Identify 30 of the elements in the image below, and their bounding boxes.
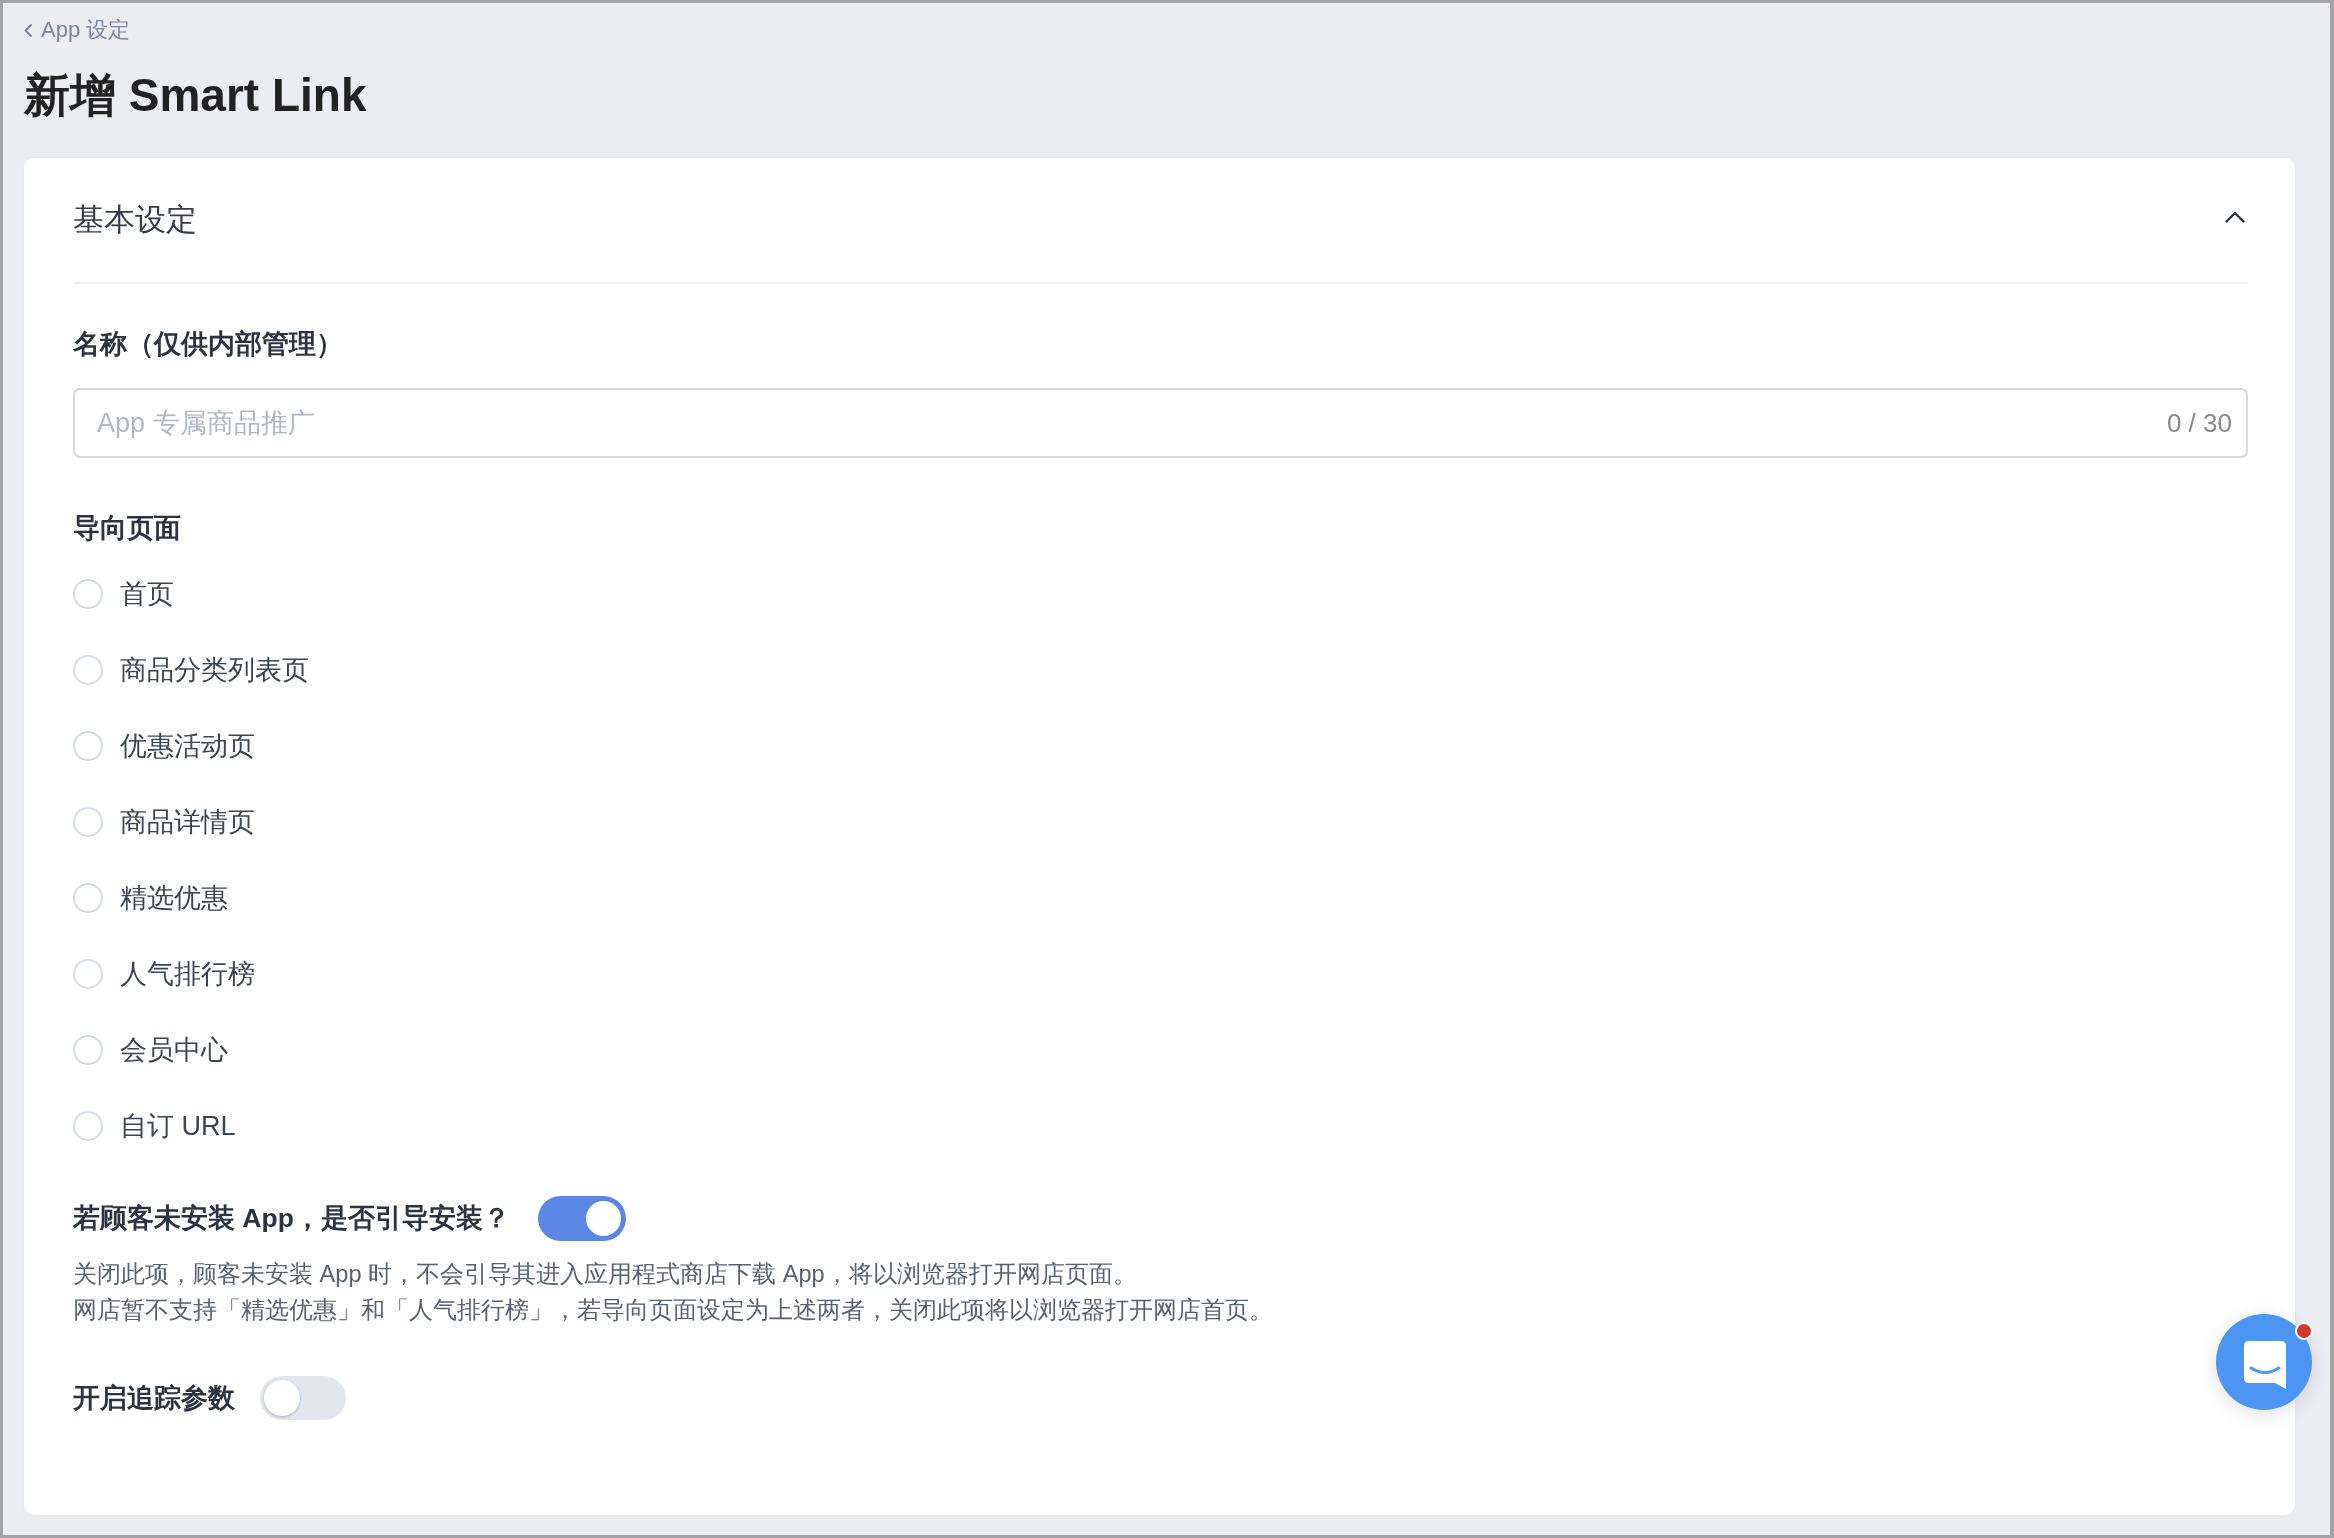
chevron-icon[interactable] [2225,211,2245,223]
radio-button[interactable] [73,579,103,609]
field-label: 若顾客未安装 App，是否引导安装？ [73,1202,510,1235]
radio-label[interactable]: 商品详情页 [120,804,255,840]
radio-button[interactable] [73,1111,103,1141]
radio-label[interactable]: 自订 URL [120,1108,236,1144]
page-title: 新增 Smart Link [24,68,367,123]
radio-label[interactable]: 精选优惠 [120,880,228,916]
radio-label[interactable]: 首页 [120,576,174,612]
character-counter: 0 / 30 [2166,407,2232,440]
radio-button[interactable] [73,883,103,913]
radio-label[interactable]: 优惠活动页 [120,728,255,764]
field-label: 导向页面 [73,512,181,545]
toggle-switch[interactable] [260,1376,346,1420]
help-text: 网店暂不支持「精选优惠」和「人气排行榜」，若导向页面设定为上述两者，关闭此项将以浏览器打开网店首页。 [73,1296,1273,1325]
field-label: 名称（仅供内部管理） [73,328,343,361]
radio-button[interactable] [73,655,103,685]
chat-bubble-icon [2244,1341,2286,1389]
radio-button[interactable] [73,1035,103,1065]
radio-button[interactable] [73,959,103,989]
radio-label[interactable]: 会员中心 [120,1032,228,1068]
section-title: 基本设定 [73,201,197,239]
help-text: 关闭此项，顾客未安装 App 时，不会引导其进入应用程式商店下载 App，将以浏览器打开网店页面。 [73,1260,1138,1289]
radio-label[interactable]: 人气排行榜 [120,956,255,992]
radio-button[interactable] [73,731,103,761]
chevron-left-icon [24,23,32,37]
toggle-switch[interactable] [537,1195,626,1241]
field-label: 开启追踪参数 [73,1382,235,1415]
radio-button[interactable] [73,807,103,837]
radio-label[interactable]: 商品分类列表页 [120,652,309,688]
